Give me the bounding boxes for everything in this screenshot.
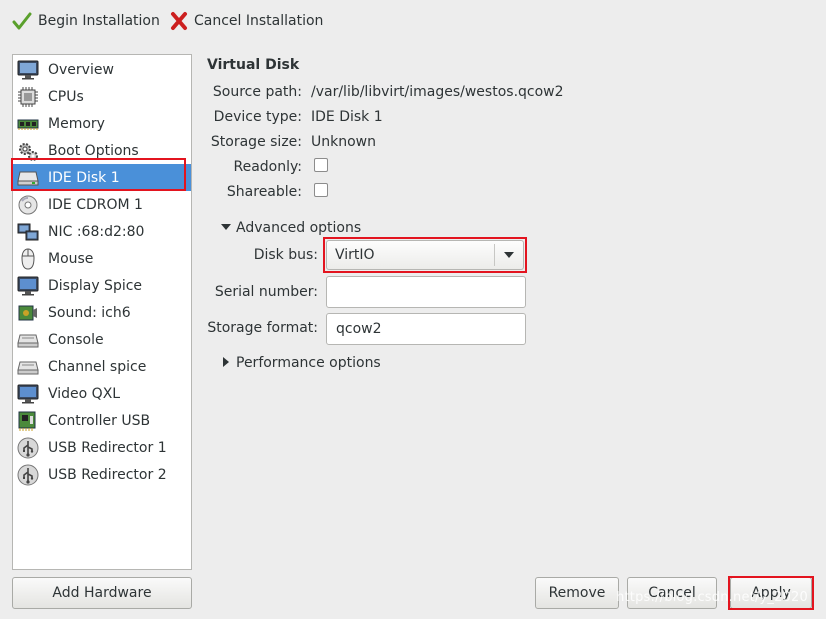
device-type-value: IDE Disk 1 xyxy=(311,109,383,125)
begin-installation-button[interactable]: Begin Installation xyxy=(12,8,160,34)
add-hardware-button[interactable]: Add Hardware xyxy=(12,577,192,609)
performance-options-label: Performance options xyxy=(236,355,381,371)
sidebar-item-display-spice[interactable]: Display Spice xyxy=(13,272,191,299)
sidebar-item-label: Overview xyxy=(48,61,114,78)
sidebar-item-label: Display Spice xyxy=(48,277,143,294)
sidebar-item-label: USB Redirector 2 xyxy=(48,466,167,483)
sidebar-item-overview[interactable]: Overview xyxy=(13,56,191,83)
channel-icon xyxy=(16,356,40,378)
sidebar-item-usb-redirector-2[interactable]: USB Redirector 2 xyxy=(13,461,191,488)
sidebar-item-ide-cdrom-1[interactable]: IDE CDROM 1 xyxy=(13,191,191,218)
usb-icon xyxy=(16,464,40,486)
storage-format-field[interactable]: qcow2 xyxy=(326,313,526,345)
mouse-icon xyxy=(16,247,40,270)
hardware-list[interactable]: Overview CPUs Memory Boot Options IDE Disk 1… xyxy=(12,54,192,570)
storage-format-label: Storage format: xyxy=(207,320,318,336)
sidebar-item-memory[interactable]: Memory xyxy=(13,110,191,137)
sidebar-item-label: Console xyxy=(48,331,104,348)
sidebar-item-label: NIC :68:d2:80 xyxy=(48,223,145,240)
sidebar-item-label: Video QXL xyxy=(48,385,121,402)
sidebar-item-label: Controller USB xyxy=(48,412,151,429)
chevron-down-icon xyxy=(495,252,523,258)
watermark-text: https://blog.csdn.net/y_2020 xyxy=(616,590,808,605)
sidebar-item-boot-options[interactable]: Boot Options xyxy=(13,137,191,164)
sidebar-item-label: IDE CDROM 1 xyxy=(48,196,143,213)
sidebar-item-label: IDE Disk 1 xyxy=(48,169,120,186)
triangle-down-icon xyxy=(221,220,231,236)
sidebar-item-label: Memory xyxy=(48,115,105,132)
section-title: Virtual Disk xyxy=(207,57,300,73)
checkmark-icon xyxy=(12,11,32,31)
display-icon xyxy=(16,275,40,297)
sidebar-item-label: Channel spice xyxy=(48,358,147,375)
red-x-icon xyxy=(170,11,188,31)
serial-number-label: Serial number: xyxy=(214,284,318,300)
source-path-label: Source path: xyxy=(212,84,302,100)
triangle-right-icon xyxy=(221,355,231,371)
monitor-icon xyxy=(16,59,40,81)
performance-options-expander[interactable]: Performance options xyxy=(221,355,381,371)
disk-bus-combo[interactable]: VirtIO xyxy=(326,240,524,270)
device-type-label: Device type: xyxy=(213,109,302,125)
sidebar-item-video-qxl[interactable]: Video QXL xyxy=(13,380,191,407)
sidebar-item-sound-ich6[interactable]: Sound: ich6 xyxy=(13,299,191,326)
hard-disk-icon xyxy=(16,167,40,189)
disk-bus-label: Disk bus: xyxy=(253,247,318,263)
sound-card-icon xyxy=(16,302,40,324)
storage-size-label: Storage size: xyxy=(210,134,302,150)
controller-card-icon xyxy=(16,410,40,432)
shareable-label: Shareable: xyxy=(226,184,302,200)
begin-installation-label: Begin Installation xyxy=(38,13,160,29)
serial-number-field[interactable] xyxy=(326,276,526,308)
video-card-icon xyxy=(16,383,40,405)
sidebar-item-ide-disk-1[interactable]: IDE Disk 1 xyxy=(13,164,191,191)
cancel-installation-label: Cancel Installation xyxy=(194,13,324,29)
source-path-value: /var/lib/libvirt/images/westos.qcow2 xyxy=(311,84,564,100)
remove-button[interactable]: Remove xyxy=(535,577,619,609)
memory-module-icon xyxy=(16,113,40,135)
sidebar-item-mouse[interactable]: Mouse xyxy=(13,245,191,272)
sidebar-item-controller-usb[interactable]: Controller USB xyxy=(13,407,191,434)
disk-bus-value: VirtIO xyxy=(335,247,375,263)
sidebar-item-label: Sound: ich6 xyxy=(48,304,131,321)
advanced-options-expander[interactable]: Advanced options xyxy=(221,220,361,236)
sidebar-item-channel-spice[interactable]: Channel spice xyxy=(13,353,191,380)
sidebar-item-label: Boot Options xyxy=(48,142,139,159)
cancel-installation-button[interactable]: Cancel Installation xyxy=(170,8,323,34)
readonly-checkbox[interactable] xyxy=(314,158,328,172)
serial-console-icon xyxy=(16,329,40,351)
sidebar-item-usb-redirector-1[interactable]: USB Redirector 1 xyxy=(13,434,191,461)
sidebar-item-label: USB Redirector 1 xyxy=(48,439,167,456)
gears-icon xyxy=(16,140,40,162)
sidebar-item-console[interactable]: Console xyxy=(13,326,191,353)
advanced-options-label: Advanced options xyxy=(236,220,362,236)
readonly-label: Readonly: xyxy=(233,159,303,175)
shareable-checkbox[interactable] xyxy=(314,183,328,197)
cdrom-icon xyxy=(16,194,40,216)
cpu-chip-icon xyxy=(16,86,40,108)
sidebar-item-label: Mouse xyxy=(48,250,94,267)
usb-icon xyxy=(16,437,40,459)
sidebar-item-cpus[interactable]: CPUs xyxy=(13,83,191,110)
sidebar-item-nic-68-d2-80[interactable]: NIC :68:d2:80 xyxy=(13,218,191,245)
storage-size-value: Unknown xyxy=(311,134,376,150)
network-icon xyxy=(16,221,40,243)
sidebar-item-label: CPUs xyxy=(48,88,84,105)
